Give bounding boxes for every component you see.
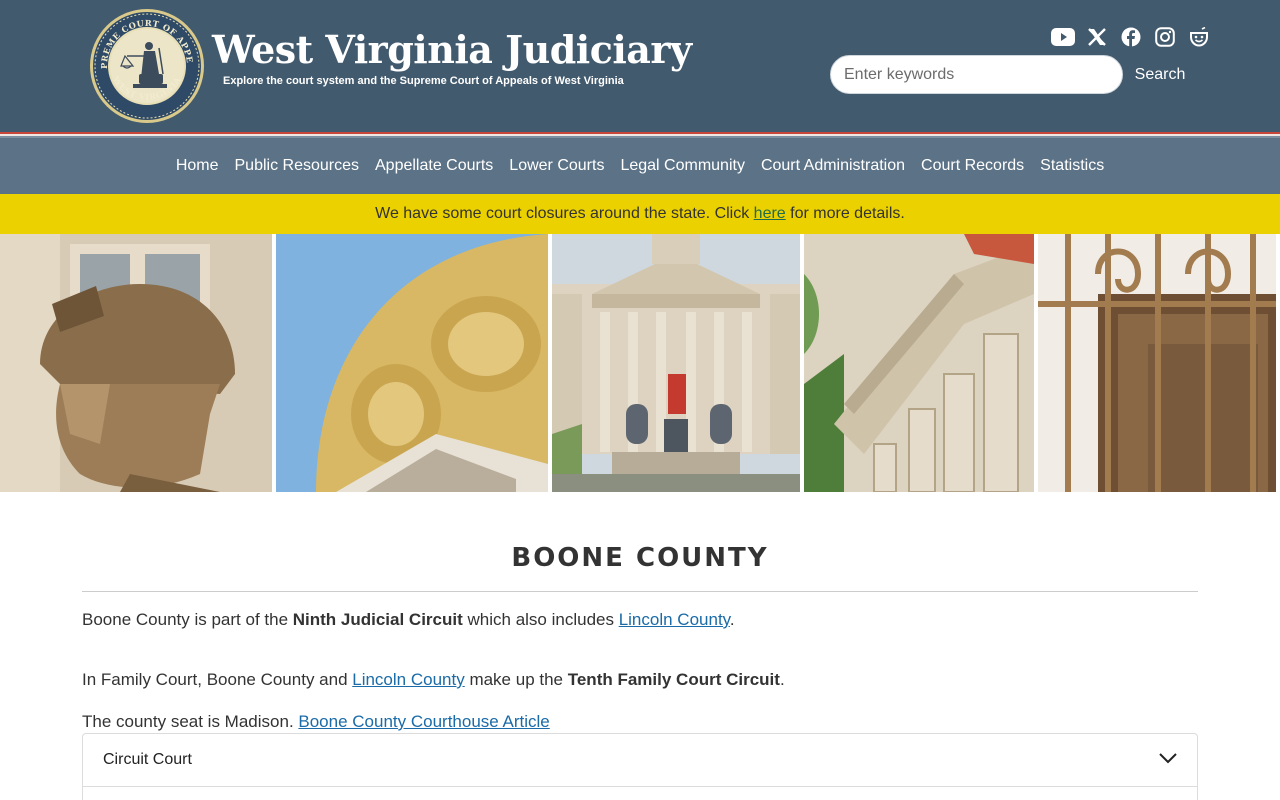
tenth-family-court-circuit-label: Tenth Family Court Circuit xyxy=(567,670,780,689)
alert-text-after: for more details. xyxy=(785,205,905,222)
nav-item-home[interactable]: Home xyxy=(168,138,227,194)
closure-alert: We have some court closures around the s… xyxy=(0,194,1280,234)
main-content: BOONE COUNTY Boone County is part of the… xyxy=(82,530,1198,800)
nav-item-legal-community[interactable]: Legal Community xyxy=(612,138,753,194)
lincoln-county-link-2[interactable]: Lincoln County xyxy=(352,670,464,689)
x-icon[interactable] xyxy=(1084,25,1110,49)
alert-link-here[interactable]: here xyxy=(754,205,786,222)
site-title[interactable]: West Virginia Judiciary xyxy=(212,26,692,74)
family-court-paragraph: In Family Court, Boone County and Lincol… xyxy=(82,668,785,692)
smile-icon[interactable] xyxy=(1186,25,1212,49)
nav-item-court-administration[interactable]: Court Administration xyxy=(753,138,913,194)
title-divider xyxy=(82,591,1198,592)
banner-photo-miner-statue xyxy=(0,234,272,492)
nav-item-lower-courts[interactable]: Lower Courts xyxy=(501,138,612,194)
nav-item-statistics[interactable]: Statistics xyxy=(1032,138,1112,194)
facebook-icon[interactable] xyxy=(1118,25,1144,49)
banner-photo-capitol-dome xyxy=(276,234,548,492)
social-links xyxy=(1050,25,1212,49)
courthouse-article-link[interactable]: Boone County Courthouse Article xyxy=(298,712,549,731)
county-seat-paragraph: The county seat is Madison. Boone County… xyxy=(82,710,550,734)
banner-photo-bronze-gate xyxy=(1038,234,1276,492)
nav-item-appellate-courts[interactable]: Appellate Courts xyxy=(367,138,501,194)
hero-banner xyxy=(0,234,1280,492)
nav-item-court-records[interactable]: Court Records xyxy=(913,138,1032,194)
p3-text-a: The county seat is Madison. xyxy=(82,712,299,731)
court-seal-logo[interactable]: SUPREME COURT OF APPEALS WEST VIRGINIA xyxy=(89,8,205,124)
banner-photo-columns xyxy=(804,234,1034,492)
site-tagline: Explore the court system and the Supreme… xyxy=(223,75,624,87)
nav-item-public-resources[interactable]: Public Resources xyxy=(227,138,368,194)
circuit-info-paragraph: Boone County is part of the Ninth Judici… xyxy=(82,608,735,632)
p1-text-b: which also includes xyxy=(462,610,619,629)
search-button[interactable]: Search xyxy=(1126,58,1194,92)
chevron-down-icon xyxy=(1159,751,1177,769)
p1-text-a: Boone County is part of the xyxy=(82,610,293,629)
p2-text-c: . xyxy=(779,670,785,689)
banner-photo-boone-courthouse xyxy=(552,234,800,492)
ninth-judicial-circuit-label: Ninth Judicial Circuit xyxy=(292,610,463,629)
lincoln-county-link[interactable]: Lincoln County xyxy=(619,610,730,629)
youtube-icon[interactable] xyxy=(1050,25,1076,49)
main-nav: Home Public Resources Appellate Courts L… xyxy=(0,138,1280,194)
accordion-label: Circuit Court xyxy=(103,751,192,768)
court-accordion: Circuit Court xyxy=(82,733,1198,800)
search-input[interactable] xyxy=(830,55,1123,94)
accordion-circuit-court[interactable]: Circuit Court xyxy=(83,734,1197,787)
alert-text-before: We have some court closures around the s… xyxy=(375,205,754,222)
p1-text-c: . xyxy=(729,610,735,629)
page-title: BOONE COUNTY xyxy=(511,543,769,573)
site-header: SUPREME COURT OF APPEALS WEST VIRGINIA W… xyxy=(0,0,1280,132)
p2-text-b: make up the xyxy=(464,670,568,689)
accordion-next-item[interactable] xyxy=(83,787,1197,800)
instagram-icon[interactable] xyxy=(1152,25,1178,49)
p2-text-a: In Family Court, Boone County and xyxy=(82,670,353,689)
